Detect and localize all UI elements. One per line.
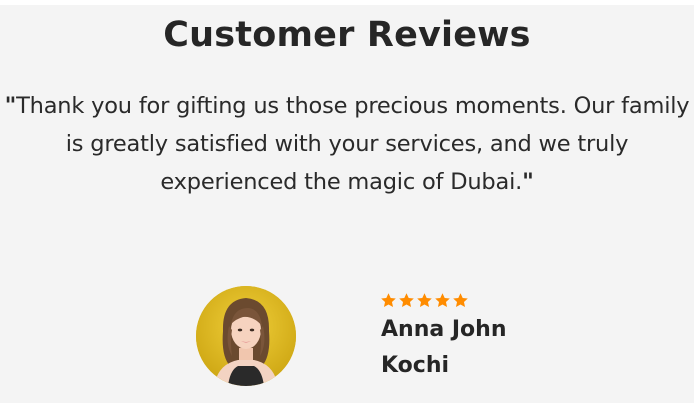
rating-stars [380,292,469,312]
star-icon [381,293,396,308]
quote-close-mark: " [522,169,534,195]
star-icon [399,293,414,308]
star-icon [435,293,450,308]
review-quote: "Thank you for gifting us those precious… [0,87,694,201]
reviewer-name: Anna John [381,317,507,342]
reviewer-location: Kochi [381,353,450,378]
review-text: Thank you for gifting us those precious … [16,93,690,195]
reviewer-avatar [196,286,296,386]
section-title: Customer Reviews [163,15,531,55]
reviewer-photo-icon [196,286,296,386]
customer-reviews-section: Customer Reviews "Thank you for gifting … [0,5,694,403]
star-icon [453,293,468,308]
quote-open-mark: " [4,93,17,119]
star-icon [417,293,432,308]
